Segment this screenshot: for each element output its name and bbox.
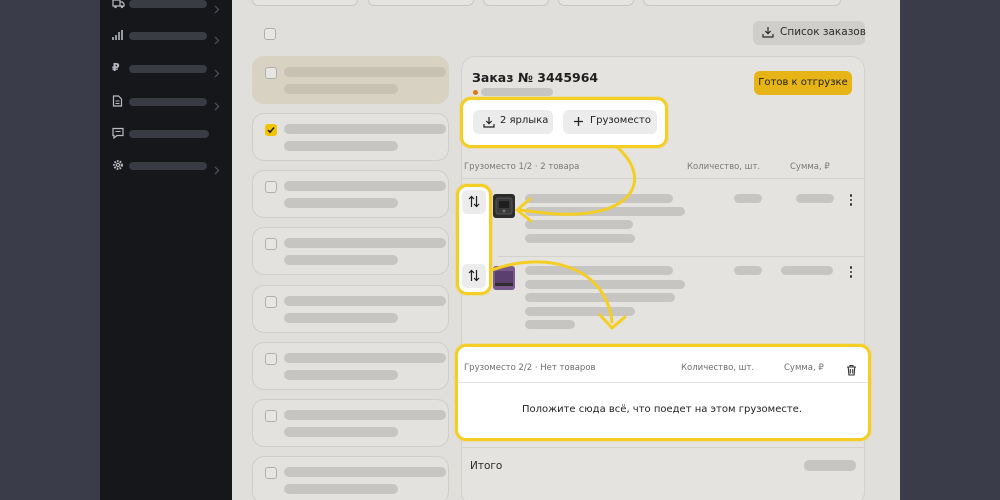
total-label: Итого	[470, 460, 503, 472]
total-placeholder	[804, 460, 856, 471]
divider	[461, 447, 865, 448]
annotation-arrows	[490, 146, 637, 330]
